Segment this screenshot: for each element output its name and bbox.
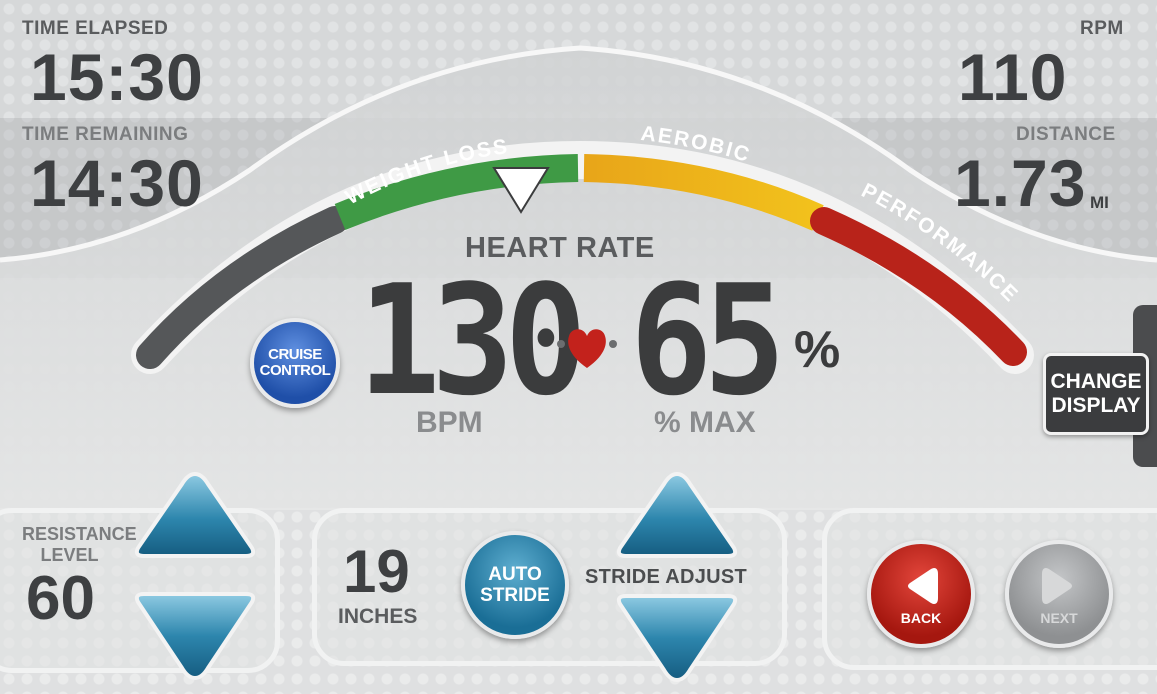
stride-down-button[interactable] (612, 590, 742, 685)
cruise-control-label-line2: CONTROL (259, 362, 331, 379)
bpm-label: BPM (416, 406, 483, 439)
time-remaining-label: TIME REMAINING (22, 124, 189, 145)
stride-adjust-label: STRIDE ADJUST (585, 566, 748, 588)
time-elapsed-label: TIME ELAPSED (22, 18, 169, 39)
rpm-value: 110 (958, 40, 1068, 114)
resistance-label-line2: LEVEL (40, 545, 99, 565)
next-button[interactable]: NEXT (1005, 540, 1113, 648)
stride-up-button[interactable] (612, 468, 742, 560)
rpm-label: RPM (1080, 18, 1124, 39)
resistance-label-line1: RESISTANCE (22, 524, 137, 544)
back-button[interactable]: BACK (867, 540, 975, 648)
heart-icon (557, 320, 617, 377)
time-remaining-value: 14:30 (30, 146, 204, 220)
triangle-up-icon (134, 471, 256, 558)
distance-value: 1.73 (954, 146, 1087, 220)
stride-length-value: 19 (343, 538, 410, 605)
console-screen: WEIGHT LOSS AEROBIC PERFORMANCE TIME ELA… (0, 0, 1157, 694)
time-elapsed-value: 15:30 (30, 40, 204, 114)
resistance-down-button[interactable] (130, 588, 260, 683)
triangle-down-icon (616, 594, 738, 683)
resistance-value: 60 (26, 564, 95, 633)
percent-sign: % (794, 321, 841, 379)
heart-rate-bpm-value: 130 (358, 252, 587, 429)
triangle-up-icon (616, 471, 738, 558)
resistance-label: RESISTANCE LEVEL (22, 524, 137, 566)
stride-length-unit: INCHES (338, 605, 418, 628)
distance-unit: MI (1090, 193, 1109, 212)
distance-label: DISTANCE (1016, 124, 1116, 145)
auto-stride-label-line2: STRIDE (480, 585, 550, 606)
cruise-control-button[interactable]: CRUISE CONTROL (250, 318, 340, 408)
cruise-control-label-line1: CRUISE (268, 346, 322, 363)
play-left-icon (908, 568, 938, 604)
back-label: BACK (900, 610, 942, 626)
auto-stride-button[interactable]: AUTO STRIDE (461, 531, 569, 639)
change-display-label-line1: CHANGE (1050, 370, 1142, 393)
play-right-icon (1042, 568, 1072, 604)
change-display-label-line2: DISPLAY (1051, 394, 1141, 417)
next-label: NEXT (1040, 610, 1078, 626)
auto-stride-label-line1: AUTO (488, 564, 542, 585)
percent-max-label: % MAX (654, 406, 756, 439)
change-display-button[interactable]: CHANGE DISPLAY (1043, 353, 1149, 435)
triangle-down-icon (134, 592, 256, 681)
heart-rate-percent-value: 65 (630, 252, 786, 429)
resistance-up-button[interactable] (130, 468, 260, 560)
